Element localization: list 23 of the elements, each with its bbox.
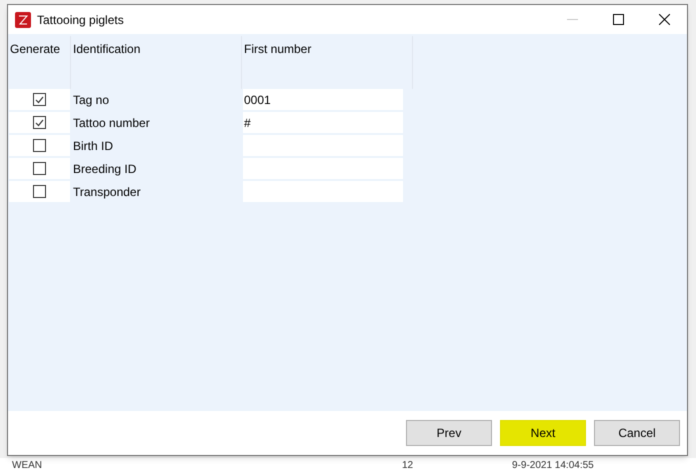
checkbox[interactable]: [33, 116, 46, 129]
check-icon: [35, 96, 44, 104]
checkbox[interactable]: [33, 162, 46, 175]
checkbox[interactable]: [33, 139, 46, 152]
row-text: 9-9-2021 14:04:55: [512, 459, 594, 473]
table-cell-text: Transponder: [72, 184, 142, 200]
app-logo-icon: [15, 12, 31, 28]
column-header: Identification: [71, 36, 242, 89]
table-cell-text: Breeding ID: [72, 160, 138, 178]
row-text: 12: [402, 459, 414, 473]
table-cell-text: Tattoo number: [72, 114, 151, 132]
check-icon: [35, 118, 44, 126]
window-title: Tattooing piglets: [37, 12, 124, 28]
table-cell-text: Birth ID: [72, 138, 114, 154]
dialog-button[interactable]: Prev: [406, 420, 492, 446]
first-number-field[interactable]: #: [243, 112, 403, 133]
dialog-button[interactable]: Next: [500, 420, 586, 446]
row-text: WEAN: [12, 459, 43, 473]
table-cell-text: Tag no: [72, 92, 110, 108]
checkbox[interactable]: [33, 185, 46, 198]
checkbox[interactable]: [33, 93, 46, 106]
dialog-button[interactable]: Cancel: [594, 420, 680, 446]
first-number-field[interactable]: 0001: [243, 89, 403, 110]
